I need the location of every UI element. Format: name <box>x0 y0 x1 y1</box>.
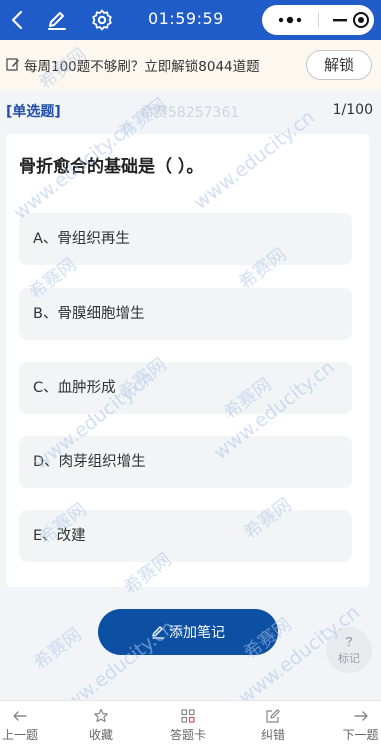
grid-icon <box>181 709 195 723</box>
answer-card-button[interactable]: 答题卡 <box>166 701 210 746</box>
question-type-label: [单选题] <box>6 104 61 120</box>
back-icon[interactable] <box>6 8 30 32</box>
pencil-icon <box>152 626 164 639</box>
mark-label: 标记 <box>338 652 360 665</box>
option-a[interactable]: A、骨组织再生 <box>19 213 352 265</box>
option-d[interactable]: D、肉芽组织增生 <box>19 436 352 488</box>
bottom-toolbar: 上一题 收藏 答题卡 纠错 下一题 <box>0 700 381 746</box>
question-stem: 骨折愈合的基础是（ ）。 <box>19 157 204 177</box>
star-icon <box>94 708 108 723</box>
add-note-button[interactable]: 添加笔记 <box>98 609 278 655</box>
prev-question-button[interactable]: 上一题 <box>0 701 40 746</box>
capsule-menu <box>262 5 374 35</box>
answer-card-label: 答题卡 <box>169 728 206 742</box>
note-edit-icon <box>6 58 19 71</box>
clock-display: 01:59:59 <box>148 9 224 28</box>
top-nav-bar: 01:59:59 <box>0 0 381 40</box>
next-question-label: 下一题 <box>342 728 379 742</box>
question-card: 骨折愈合的基础是（ ）。 A、骨组织再生 B、骨膜细胞增生 C、血肿形成 D、肉… <box>6 134 369 587</box>
option-b[interactable]: B、骨膜细胞增生 <box>19 288 352 340</box>
minimize-icon[interactable] <box>332 12 348 28</box>
arrow-right-icon <box>353 711 368 721</box>
unlock-button[interactable]: 解锁 <box>306 50 372 80</box>
add-note-label: 添加笔记 <box>169 625 225 641</box>
favorite-button[interactable]: 收藏 <box>86 701 116 746</box>
edit-icon[interactable] <box>45 8 69 32</box>
capsule-divider <box>318 12 319 28</box>
prev-question-label: 上一题 <box>1 728 38 742</box>
record-icon[interactable] <box>352 11 370 29</box>
watermark-brand: 希赛网 <box>30 624 85 674</box>
report-error-button[interactable]: 纠错 <box>258 701 288 746</box>
mark-button[interactable]: 标记 <box>326 627 372 673</box>
more-icon[interactable] <box>273 12 309 28</box>
option-c[interactable]: C、血肿形成 <box>19 362 352 414</box>
favorite-label: 收藏 <box>88 728 113 742</box>
unlock-banner-text: 每周100题不够刷？立即解锁8044道题 <box>24 59 260 75</box>
question-progress: 1/100 <box>332 102 373 118</box>
gear-icon[interactable] <box>90 8 114 32</box>
next-question-button[interactable]: 下一题 <box>340 701 381 746</box>
arrow-left-icon <box>13 711 27 721</box>
edit-square-icon <box>266 709 280 723</box>
question-id: 希赛58257361 <box>140 105 240 121</box>
report-error-label: 纠错 <box>260 728 285 742</box>
option-e[interactable]: E、改建 <box>19 510 352 562</box>
question-mark-icon <box>345 636 353 647</box>
